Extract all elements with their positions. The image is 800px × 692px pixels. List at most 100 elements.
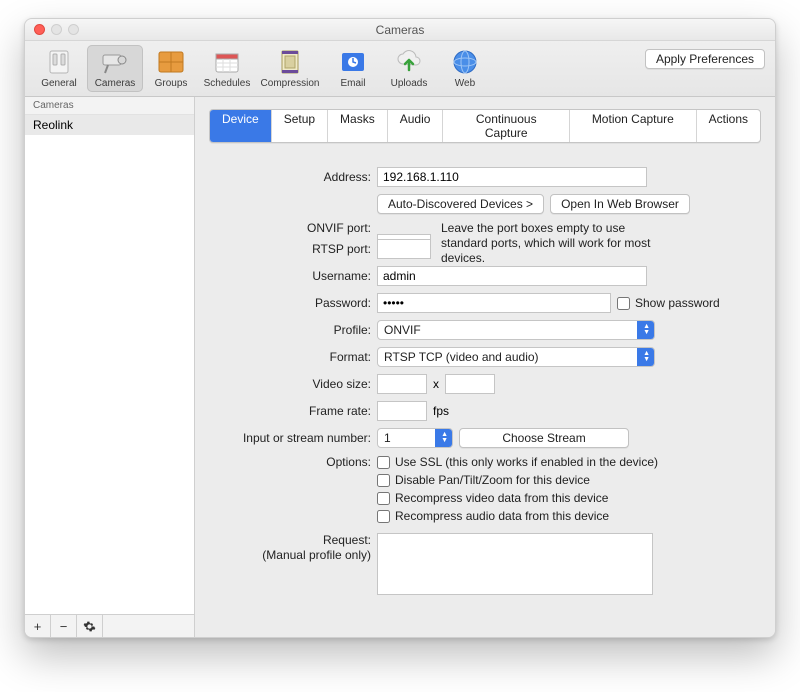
- onvif-label: ONVIF port:: [209, 221, 377, 235]
- toolbar: General Cameras Groups Schedules Compres…: [25, 41, 775, 97]
- web-icon: [450, 48, 480, 76]
- format-value: RTSP TCP (video and audio): [384, 350, 539, 364]
- zoom-window[interactable]: [68, 24, 79, 35]
- settings-panel: Device Setup Masks Audio Continuous Capt…: [195, 97, 775, 637]
- tab-device[interactable]: Device: [210, 110, 272, 142]
- toolbar-cameras-label: Cameras: [95, 78, 136, 89]
- choose-stream-button[interactable]: Choose Stream: [459, 428, 629, 448]
- username-input[interactable]: [377, 266, 647, 286]
- tab-motion-capture[interactable]: Motion Capture: [570, 110, 697, 142]
- tabs: Device Setup Masks Audio Continuous Capt…: [209, 109, 761, 143]
- request-label: Request: (Manual profile only): [209, 533, 377, 563]
- show-password-checkbox[interactable]: Show password: [617, 296, 720, 310]
- apply-preferences-button[interactable]: Apply Preferences: [645, 49, 765, 69]
- request-textarea[interactable]: [377, 533, 653, 595]
- window-title: Cameras: [376, 23, 425, 37]
- recompress-audio-label: Recompress audio data from this device: [395, 509, 609, 523]
- password-input[interactable]: [377, 293, 611, 313]
- toolbar-groups[interactable]: Groups: [143, 45, 199, 92]
- add-camera-button[interactable]: +: [25, 615, 51, 637]
- request-label-2: (Manual profile only): [262, 548, 371, 562]
- profile-select[interactable]: ONVIF ▲▼: [377, 320, 655, 340]
- rtsp-label: RTSP port:: [209, 242, 377, 256]
- profile-value: ONVIF: [384, 323, 421, 337]
- camera-item[interactable]: Reolink: [25, 115, 194, 135]
- tab-actions[interactable]: Actions: [697, 110, 760, 142]
- uploads-icon: [394, 48, 424, 76]
- tab-continuous-capture[interactable]: Continuous Capture: [443, 110, 570, 142]
- video-size-x: x: [433, 377, 439, 391]
- username-label: Username:: [209, 269, 377, 283]
- general-icon: [44, 48, 74, 76]
- toolbar-cameras[interactable]: Cameras: [87, 45, 143, 92]
- address-label: Address:: [209, 170, 377, 184]
- recompress-audio-box[interactable]: [377, 510, 390, 523]
- toolbar-uploads[interactable]: Uploads: [381, 45, 437, 92]
- frame-rate-input[interactable]: [377, 401, 427, 421]
- device-form: Address: Auto-Discovered Devices > Open …: [209, 167, 761, 595]
- cameras-sidebar: Cameras Reolink + −: [25, 97, 195, 637]
- schedules-icon: [212, 48, 242, 76]
- remove-camera-button[interactable]: −: [51, 615, 77, 637]
- stream-number-value: 1: [384, 431, 391, 445]
- profile-label: Profile:: [209, 323, 377, 337]
- toolbar-general[interactable]: General: [31, 45, 87, 92]
- fps-label: fps: [433, 404, 449, 418]
- toolbar-uploads-label: Uploads: [391, 78, 428, 89]
- open-in-browser-button[interactable]: Open In Web Browser: [550, 194, 690, 214]
- toolbar-schedules[interactable]: Schedules: [199, 45, 255, 92]
- format-label: Format:: [209, 350, 377, 364]
- cameras-list[interactable]: Reolink: [25, 115, 194, 614]
- recompress-video-box[interactable]: [377, 492, 390, 505]
- request-label-1: Request:: [323, 533, 371, 547]
- toolbar-groups-label: Groups: [155, 78, 188, 89]
- auto-discovered-button[interactable]: Auto-Discovered Devices >: [377, 194, 544, 214]
- sidebar-footer: + −: [25, 614, 194, 637]
- use-ssl-label: Use SSL (this only works if enabled in t…: [395, 455, 658, 469]
- video-size-label: Video size:: [209, 377, 377, 391]
- password-label: Password:: [209, 296, 377, 310]
- disable-ptz-label: Disable Pan/Tilt/Zoom for this device: [395, 473, 590, 487]
- disable-ptz-checkbox[interactable]: Disable Pan/Tilt/Zoom for this device: [377, 473, 658, 487]
- email-icon: [338, 48, 368, 76]
- tab-masks[interactable]: Masks: [328, 110, 388, 142]
- toolbar-web-label: Web: [455, 78, 475, 89]
- toolbar-web[interactable]: Web: [437, 45, 493, 92]
- frame-rate-label: Frame rate:: [209, 404, 377, 418]
- stream-number-select[interactable]: 1 ▲▼: [377, 428, 453, 448]
- groups-icon: [156, 48, 186, 76]
- toolbar-general-label: General: [41, 78, 77, 89]
- toolbar-schedules-label: Schedules: [204, 78, 251, 89]
- options-label: Options:: [209, 455, 377, 469]
- video-width-input[interactable]: [377, 374, 427, 394]
- compression-icon: [275, 48, 305, 76]
- toolbar-compression[interactable]: Compression: [255, 45, 325, 92]
- show-password-label: Show password: [635, 296, 720, 310]
- titlebar: Cameras: [25, 19, 775, 41]
- toolbar-compression-label: Compression: [261, 78, 320, 89]
- window-controls: [34, 24, 79, 35]
- address-input[interactable]: [377, 167, 647, 187]
- toolbar-email[interactable]: Email: [325, 45, 381, 92]
- video-height-input[interactable]: [445, 374, 495, 394]
- format-select[interactable]: RTSP TCP (video and audio) ▲▼: [377, 347, 655, 367]
- sidebar-header: Cameras: [25, 97, 194, 115]
- minimize-window[interactable]: [51, 24, 62, 35]
- camera-actions-button[interactable]: [77, 615, 103, 637]
- cameras-icon: [100, 48, 130, 76]
- rtsp-port-input[interactable]: [377, 239, 431, 259]
- disable-ptz-box[interactable]: [377, 474, 390, 487]
- recompress-video-label: Recompress video data from this device: [395, 491, 608, 505]
- close-window[interactable]: [34, 24, 45, 35]
- preferences-window: Cameras General Cameras Groups Schedules: [24, 18, 776, 638]
- show-password-box[interactable]: [617, 297, 630, 310]
- tab-setup[interactable]: Setup: [272, 110, 328, 142]
- toolbar-email-label: Email: [340, 78, 365, 89]
- use-ssl-checkbox[interactable]: Use SSL (this only works if enabled in t…: [377, 455, 658, 469]
- tab-audio[interactable]: Audio: [388, 110, 444, 142]
- port-hint: Leave the port boxes empty to use standa…: [441, 221, 651, 266]
- recompress-video-checkbox[interactable]: Recompress video data from this device: [377, 491, 658, 505]
- use-ssl-box[interactable]: [377, 456, 390, 469]
- recompress-audio-checkbox[interactable]: Recompress audio data from this device: [377, 509, 658, 523]
- stream-number-label: Input or stream number:: [209, 431, 377, 445]
